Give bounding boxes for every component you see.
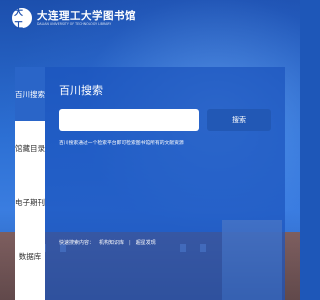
tab-databases[interactable]: 数据库: [15, 229, 45, 283]
search-button[interactable]: 搜索: [207, 109, 271, 131]
quick-search-label: 快速搜索内容：: [59, 240, 95, 246]
tab-ejournals[interactable]: 电子期刊: [15, 175, 45, 229]
quick-separator: |: [129, 239, 131, 246]
logo-text: 大连理工大学图书馆 DALIAN UNIVERSITY OF TECHNOLOG…: [37, 10, 136, 26]
search-panel: 百川搜索 馆藏目录 电子期刊 数据库 百川搜索 搜索 百川搜索通过一个检索平台即…: [15, 67, 285, 300]
search-title: 百川搜索: [59, 84, 103, 97]
tab-catalog[interactable]: 馆藏目录: [15, 121, 45, 175]
search-description: 百川搜索通过一个检索平台即可检索图书馆所有的文献资源: [59, 141, 184, 146]
search-input[interactable]: [59, 109, 199, 131]
search-tabs: 百川搜索 馆藏目录 电子期刊 数据库: [15, 67, 45, 300]
logo-subtitle: DALIAN UNIVERSITY OF TECHNOLOGY LIBRARY: [37, 22, 112, 26]
tab-baichuan-search[interactable]: 百川搜索: [15, 67, 45, 121]
quick-link-superstar[interactable]: 超星发现: [136, 239, 156, 246]
library-logo[interactable]: 大工 大连理工大学图书馆 DALIAN UNIVERSITY OF TECHNO…: [12, 6, 136, 31]
quick-link-repository[interactable]: 机构知识库: [99, 239, 124, 246]
search-row: 搜索: [59, 109, 271, 131]
search-content: 百川搜索 搜索 百川搜索通过一个检索平台即可检索图书馆所有的文献资源 快速搜索内…: [45, 67, 285, 300]
university-emblem-icon: 大工: [12, 8, 32, 31]
logo-title: 大连理工大学图书馆: [37, 10, 136, 22]
quick-search: 快速搜索内容： 机构知识库 | 超星发现: [59, 239, 156, 247]
